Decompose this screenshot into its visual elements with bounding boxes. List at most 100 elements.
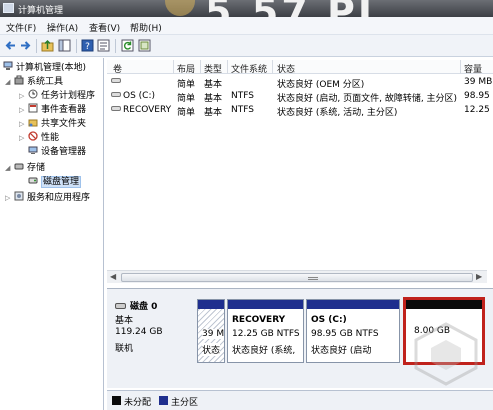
tree-node-performance[interactable]: ▷ 性能 (19, 130, 59, 144)
tree-node-event-viewer[interactable]: ▷ 事件查看器 (19, 102, 86, 116)
volume-name: RECOVERY (123, 105, 172, 115)
toolbox-icon (14, 75, 24, 85)
disk-kind: 基本 (115, 316, 134, 326)
tree-node-disk-management[interactable]: 磁盘管理 (28, 174, 82, 188)
up-folder-icon[interactable] (41, 39, 54, 52)
scroll-left-icon[interactable]: ◀ (110, 272, 116, 281)
capacity-cell: 39 MB (464, 77, 493, 87)
column-divider[interactable] (173, 60, 174, 74)
partition-os-c[interactable]: OS (C:) 98.95 GB NTFS 状态良好 (启动 (306, 299, 400, 363)
partition-bar (228, 300, 303, 309)
computer-management-icon (3, 3, 14, 13)
column-header-filesystem[interactable]: 文件系统 (231, 62, 267, 75)
column-divider[interactable] (227, 60, 228, 74)
tree-label-services-apps: 服务和应用程序 (27, 193, 91, 203)
table-row[interactable]: OS (C:) 简单 基本 NTFS 状态良好 (启动, 页面文件, 故障转储,… (107, 89, 493, 104)
column-header-capacity[interactable]: 容量 (464, 62, 482, 75)
menu-view[interactable]: 查看(V) (89, 21, 120, 34)
clock-icon (28, 89, 38, 99)
table-row[interactable]: RECOVERY 简单 基本 NTFS 状态良好 (系统, 活动, 主分区) 1… (107, 103, 493, 118)
toolbar-separator (36, 39, 37, 53)
title-bar: 计算机管理 5.57 PI (0, 0, 493, 34)
column-header-volume[interactable]: 卷 (113, 62, 122, 75)
toolbar-separator (76, 39, 77, 53)
tree-label-performance: 性能 (41, 133, 60, 143)
partition-name: RECOVERY (232, 315, 286, 325)
scrollbar-thumb[interactable] (121, 273, 473, 282)
tree-label-task-scheduler: 任务计划程序 (41, 91, 96, 101)
tree-node-shared-folders[interactable]: ▷ 共享文件夹 (19, 116, 86, 130)
expand-arrow-icon[interactable]: ◢ (5, 78, 14, 86)
legend: 未分配 主分区 (107, 390, 493, 410)
menu-file[interactable]: 文件(F) (6, 21, 36, 34)
partition-status: 状态良好 (启动 (311, 346, 372, 356)
refresh-icon[interactable] (121, 39, 134, 52)
back-icon[interactable] (4, 39, 17, 52)
disk-management-icon (28, 177, 38, 184)
column-divider[interactable] (272, 60, 273, 74)
collapse-arrow-icon[interactable]: ▷ (19, 120, 28, 128)
partition-size: 98.95 GB NTFS (311, 329, 379, 339)
table-row[interactable]: 简单 基本 状态良好 (OEM 分区) 39 MB (107, 75, 493, 90)
volume-name-cell: OS (C:) (111, 91, 155, 101)
partition-bar (198, 300, 224, 309)
legend-swatch-unallocated (112, 396, 121, 405)
export-icon[interactable] (138, 39, 151, 52)
tree-label-storage: 存储 (27, 163, 46, 173)
scroll-right-icon[interactable]: ▶ (476, 272, 482, 281)
tree-node-storage[interactable]: ◢ 存储 (5, 160, 45, 174)
legend-label-primary: 主分区 (171, 398, 199, 408)
tree-node-task-scheduler[interactable]: ▷ 任务计划程序 (19, 88, 95, 102)
collapse-arrow-icon[interactable]: ▷ (19, 92, 28, 100)
menu-action[interactable]: 操作(A) (47, 21, 78, 34)
disk-title: 磁盘 0 (115, 299, 157, 312)
collapse-arrow-icon[interactable]: ▷ (19, 106, 28, 114)
navigation-tree: 计算机管理(本地) ◢ 系统工具 ▷ 任务计划程序 ▷ 事件查看器 ▷ 共享文件… (0, 58, 104, 410)
partition-recovery[interactable]: RECOVERY 12.25 GB NTFS 状态良好 (系统, (227, 299, 304, 363)
horizontal-scrollbar[interactable]: ◀ ▶ (107, 270, 487, 283)
collapse-arrow-icon[interactable]: ▷ (5, 194, 14, 202)
expand-arrow-icon[interactable]: ◢ (5, 164, 14, 172)
type-cell: 基本 (204, 108, 223, 118)
partition-bar (307, 300, 399, 309)
volume-list: 卷 布局 类型 文件系统 状态 容量 简单 基本 状态良好 (OEM 分区) 3… (107, 58, 493, 286)
column-header-type[interactable]: 类型 (204, 62, 222, 75)
collapse-arrow-icon[interactable]: ▷ (19, 134, 28, 142)
partition-oem[interactable]: 39 M 状态 (197, 299, 225, 363)
partition-bar (406, 300, 482, 309)
filesystem-cell: NTFS (231, 105, 254, 115)
toolbar: ? (0, 35, 493, 57)
grip-icon (308, 277, 318, 280)
tree-label-system-tools: 系统工具 (27, 77, 64, 87)
column-header-layout[interactable]: 布局 (177, 62, 195, 75)
services-icon (14, 191, 24, 201)
tree-label-device-manager: 设备管理器 (41, 147, 87, 157)
capacity-cell: 12.25 G (464, 105, 493, 115)
menu-help[interactable]: 帮助(H) (130, 21, 162, 34)
status-cell: 状态良好 (系统, 活动, 主分区) (277, 108, 398, 118)
disk-name: 磁盘 0 (130, 302, 158, 312)
tree-label-disk-management: 磁盘管理 (41, 176, 82, 188)
show-hide-tree-icon[interactable] (58, 39, 71, 52)
disk-info-panel[interactable]: 磁盘 0 基本 119.24 GB 联机 (112, 297, 192, 363)
filesystem-cell: NTFS (231, 91, 254, 101)
column-header-status[interactable]: 状态 (277, 62, 295, 75)
tree-node-system-tools[interactable]: ◢ 系统工具 (5, 74, 63, 88)
help-icon[interactable]: ? (81, 39, 94, 52)
tree-node-device-manager[interactable]: 设备管理器 (28, 144, 86, 158)
tree-node-root[interactable]: 计算机管理(本地) (3, 60, 86, 74)
partition-size: 39 M (202, 329, 225, 339)
volume-list-header: 卷 布局 类型 文件系统 状态 容量 (107, 60, 493, 75)
computer-management-icon (3, 61, 13, 70)
properties-icon[interactable] (97, 39, 110, 52)
forward-icon[interactable] (19, 39, 32, 52)
column-divider[interactable] (460, 60, 461, 74)
svg-text:?: ? (85, 42, 90, 52)
tree-node-services-apps[interactable]: ▷ 服务和应用程序 (5, 190, 90, 204)
partition-status: 状态 (202, 343, 221, 356)
menu-bar: 文件(F) 操作(A) 查看(V) 帮助(H) (0, 17, 493, 35)
column-divider[interactable] (200, 60, 201, 74)
storage-icon (14, 163, 24, 170)
legend-swatch-primary (159, 396, 168, 405)
volume-name-cell: RECOVERY (111, 105, 171, 115)
